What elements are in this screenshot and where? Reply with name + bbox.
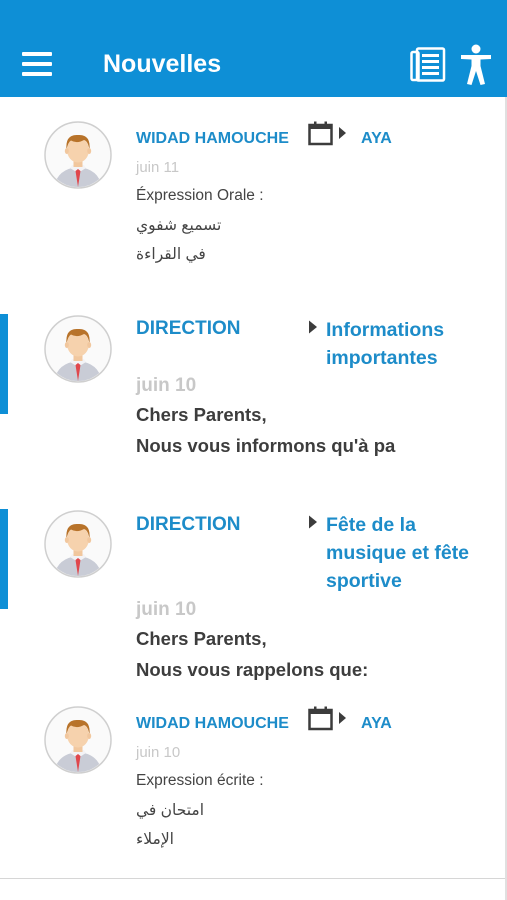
news-item[interactable]: DIRECTION Fête de la musique et fête spo… <box>0 487 505 683</box>
app-bar: Nouvelles <box>0 0 507 97</box>
avatar <box>44 510 112 578</box>
news-subject-line: sportive <box>326 570 402 592</box>
newspaper-icon[interactable] <box>410 47 446 83</box>
news-item[interactable]: WIDAD HAMOUCHE AYA juin 10 Expression éc… <box>0 682 505 879</box>
news-subject-line: Informations <box>326 319 445 341</box>
sender-name: DIRECTION <box>136 514 241 535</box>
news-date: juin 10 <box>136 375 197 396</box>
menu-icon[interactable] <box>22 52 52 76</box>
sender-name: WIDAD HAMOUCHE <box>136 715 289 732</box>
news-subject-line: Fête de la <box>326 514 416 536</box>
avatar <box>44 706 112 774</box>
news-item[interactable]: WIDAD HAMOUCHE AYA juin 11 Éxpression Or… <box>0 97 505 293</box>
news-body-line: الإملاء <box>136 831 174 848</box>
news-body-line: في القراءة <box>136 246 206 263</box>
news-body-line: امتحان في <box>136 802 205 819</box>
page-title: Nouvelles <box>103 50 222 78</box>
recipient-name: AYA <box>361 715 392 732</box>
arrow-right-icon <box>308 515 318 529</box>
calendar-icon <box>308 121 348 147</box>
news-list: WIDAD HAMOUCHE AYA juin 11 Éxpression Or… <box>0 97 505 900</box>
news-subject-line: musique et fête <box>326 542 470 564</box>
news-date: juin 10 <box>136 599 197 620</box>
news-date: juin 10 <box>136 744 181 761</box>
news-date: juin 11 <box>136 159 180 176</box>
recipient-name: AYA <box>361 130 392 147</box>
news-subject-line: importantes <box>326 347 438 369</box>
arrow-right-icon <box>308 320 318 334</box>
sender-name: DIRECTION <box>136 318 241 339</box>
news-body-line: Chers Parents, <box>136 628 267 649</box>
unread-indicator <box>0 509 8 609</box>
sender-name: WIDAD HAMOUCHE <box>136 130 289 147</box>
calendar-icon <box>308 706 348 732</box>
news-body-line: Expression écrite : <box>136 772 264 789</box>
news-body-line: Nous vous rappelons que: <box>136 659 369 680</box>
avatar <box>44 121 112 189</box>
news-body-line: Éxpression Orale : <box>136 187 264 204</box>
avatar <box>44 315 112 383</box>
news-body-line: Nous vous informons qu'à pa <box>136 435 396 456</box>
news-body-line: تسميع شفوي <box>136 217 222 234</box>
news-body-line: Chers Parents, <box>136 404 267 425</box>
unread-indicator <box>0 314 8 414</box>
news-item[interactable]: DIRECTION Informations importantes juin … <box>0 292 505 488</box>
accessibility-icon[interactable] <box>459 44 493 86</box>
